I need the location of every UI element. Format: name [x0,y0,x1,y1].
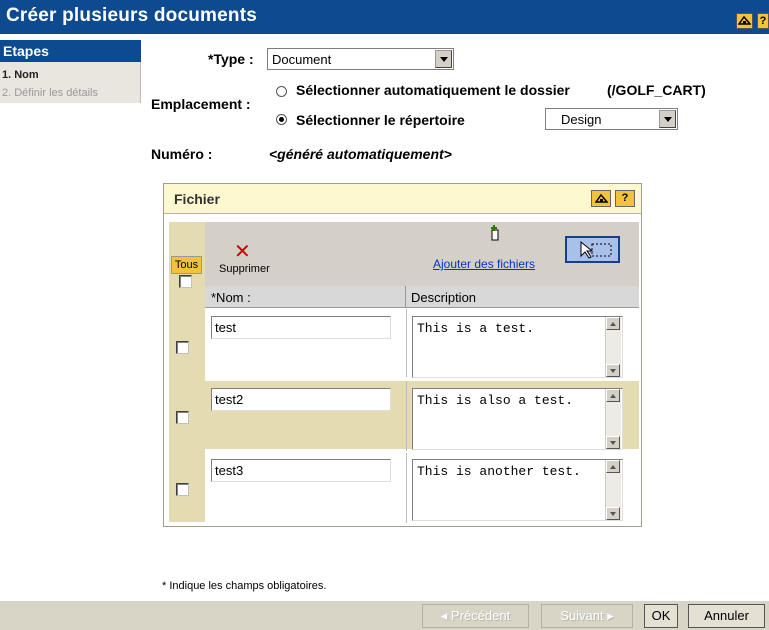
scrollbar[interactable] [605,389,621,449]
radio-choose-folder[interactable] [276,114,287,125]
scroll-up-icon[interactable] [606,317,620,330]
column-header-description: Description [406,286,639,308]
steps-sidebar: Etapes 1. Nom 2. Définir les détails [0,40,141,103]
previous-button[interactable]: ◂ Précédent [422,604,529,628]
chevron-down-icon [435,50,452,68]
type-select[interactable]: Document [267,48,454,70]
delete-icon[interactable]: ✕ [234,242,251,262]
type-label: *Type : [208,51,254,67]
column-header-name: *Nom : [205,286,406,308]
folder-select-value: Design [561,112,602,127]
name-input[interactable]: test2 [211,388,391,411]
files-panel: Fichier ? Tous ✕ Supprimer Ajouter des f… [163,183,642,527]
add-file-icon[interactable] [487,225,501,243]
drag-drop-icon [580,240,612,259]
scrollbar[interactable] [605,460,621,520]
files-panel-title: Fichier [174,191,220,207]
step-1-name[interactable]: 1. Nom [2,69,39,81]
number-label: Numéro : [151,146,213,162]
steps-heading: Etapes [0,40,141,62]
chevron-down-icon [659,110,676,128]
ok-button[interactable]: OK [644,604,678,628]
help-icon [594,193,609,203]
type-select-value: Document [272,52,332,67]
scroll-up-icon[interactable] [606,460,620,473]
cancel-button[interactable]: Annuler [688,604,765,628]
name-input[interactable]: test [211,316,391,339]
radio-auto-label[interactable]: Sélectionner automatiquement le dossier [296,82,570,98]
row-checkbox[interactable] [176,483,189,496]
next-button[interactable]: Suivant ▸ [541,604,633,628]
name-input[interactable]: test3 [211,459,391,482]
number-value: <généré automatiquement> [269,146,452,162]
column-header-name-label: *Nom : [211,290,251,305]
column-header-description-label: Description [411,290,477,305]
select-all-label[interactable]: Tous [171,256,202,274]
scroll-down-icon[interactable] [606,436,620,449]
wizard-footer: ◂ Précédent Suivant ▸ OK Annuler [0,601,769,630]
delete-label[interactable]: Supprimer [219,263,270,275]
scroll-up-icon[interactable] [606,389,620,402]
help-icon [737,15,752,25]
description-textarea[interactable]: This is a test. [412,316,623,378]
page-title: Créer plusieurs documents [6,5,258,26]
location-label: Emplacement : [151,96,251,112]
scrollbar[interactable] [605,317,621,377]
panel-help-icon-button[interactable] [591,190,611,207]
question-button[interactable]: ? [757,13,769,29]
row-checkbox[interactable] [176,341,189,354]
description-textarea[interactable]: This is also a test. [412,388,623,450]
radio-auto-folder[interactable] [276,86,287,97]
files-panel-header: Fichier ? [164,184,641,214]
radio-choose-label[interactable]: Sélectionner le répertoire [296,112,465,128]
row-checkbox[interactable] [176,411,189,424]
scroll-down-icon[interactable] [606,507,620,520]
scroll-down-icon[interactable] [606,364,620,377]
required-fields-note: * Indique les champs obligatoires. [162,580,327,592]
title-bar: Créer plusieurs documents ? [0,0,769,34]
select-all-checkbox[interactable] [179,275,192,288]
auto-folder-path: (/GOLF_CART) [607,82,706,98]
step-2-details: 2. Définir les détails [2,87,98,99]
panel-question-button[interactable]: ? [615,190,635,207]
description-textarea[interactable]: This is another test. [412,459,623,521]
help-icon-button[interactable] [736,13,753,29]
folder-select[interactable]: Design [545,108,678,130]
add-files-link[interactable]: Ajouter des fichiers [433,257,535,271]
drop-target-button[interactable] [565,236,620,263]
